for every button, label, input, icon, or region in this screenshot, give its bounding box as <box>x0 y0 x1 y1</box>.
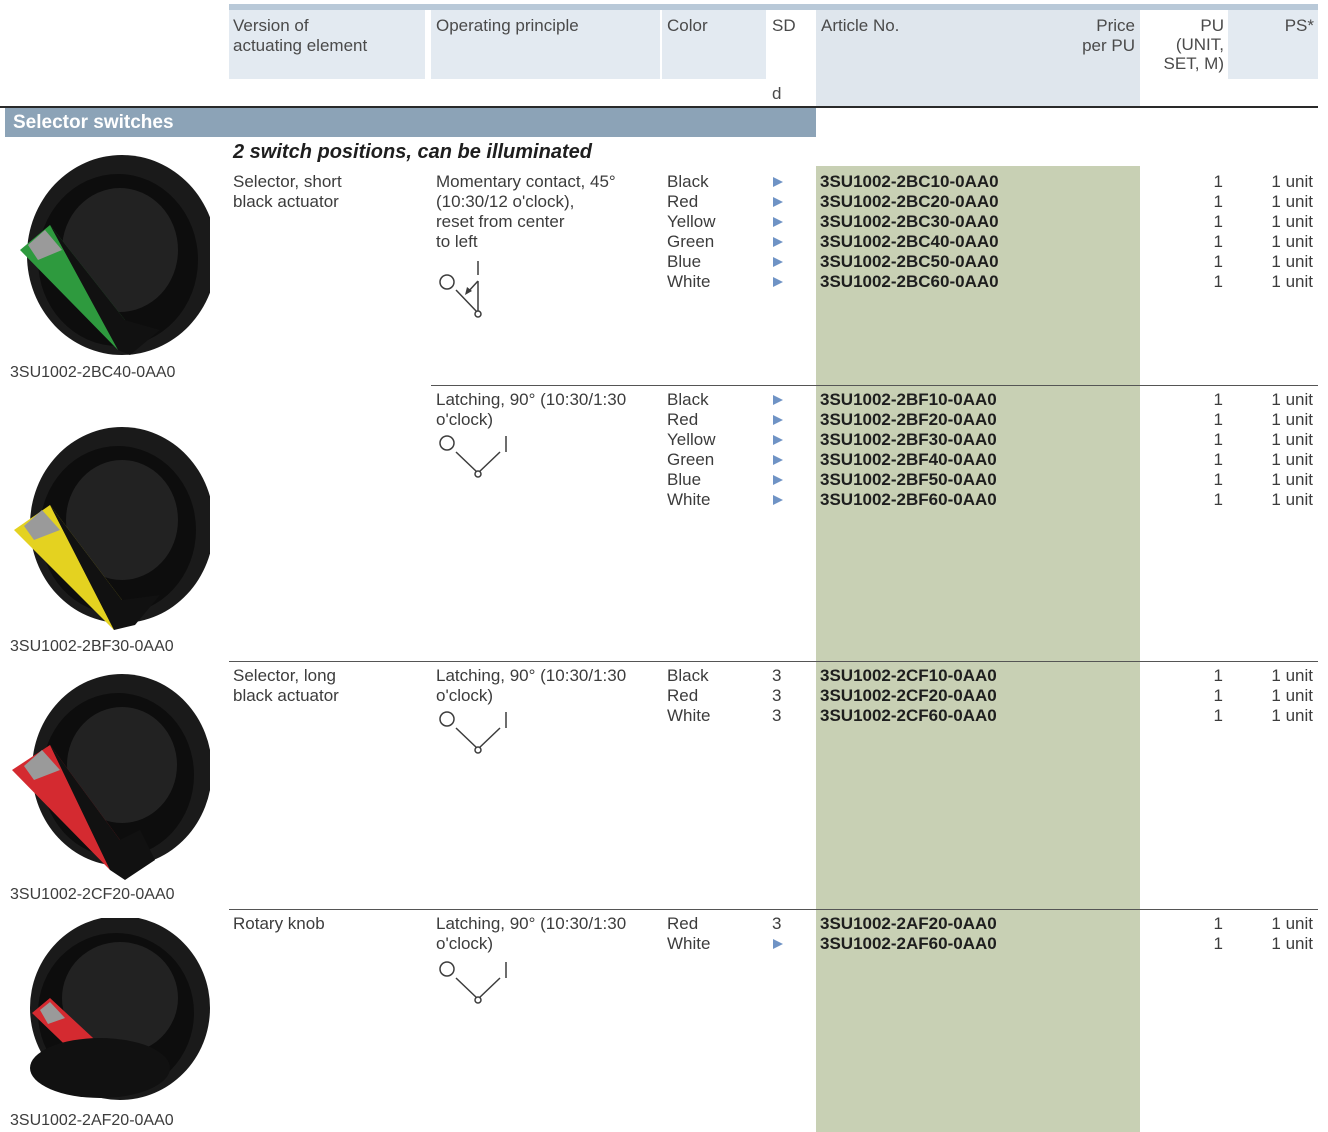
pu-values: 1 1 1 1 1 1 <box>1213 172 1223 291</box>
image-caption: 3SU1002-2BF30-0AA0 <box>10 638 174 655</box>
ps-values: 1 unit 1 unit <box>1271 914 1313 953</box>
section-subtitle: 2 switch positions, can be illuminated <box>233 141 592 163</box>
image-caption: 3SU1002-2CF20-0AA0 <box>10 886 175 903</box>
product-image-red-rotary-knob <box>30 918 210 1100</box>
availability-arrows <box>773 390 783 510</box>
arrow-icon <box>773 455 783 465</box>
row-divider-2 <box>229 661 1318 662</box>
version-text: Rotary knob <box>233 914 325 933</box>
article-numbers: 3SU1002-2BC10-0AA0 3SU1002-2BC20-0AA0 3S… <box>820 172 999 291</box>
col-header-sd-unit: d <box>772 84 782 103</box>
col-header-ps: PS* <box>1284 16 1314 35</box>
arrow-icon <box>773 939 783 949</box>
sd-values: 3 3 3 <box>772 666 782 725</box>
color-list: Black Red White <box>667 666 711 725</box>
col-header-sd: SD <box>772 16 796 35</box>
section-bar: Selector switches <box>5 108 816 137</box>
col-header-principle: Operating principle <box>436 16 579 35</box>
principle-text: Latching, 90° (10:30/1:30 o'clock) <box>436 390 627 429</box>
col-header-color: Color <box>667 16 708 35</box>
arrow-icon <box>773 435 783 445</box>
version-text: Selector, short black actuator <box>233 172 342 211</box>
version-text: Selector, long black actuator <box>233 666 339 705</box>
arrow-icon <box>773 495 783 505</box>
article-column-bg <box>816 166 1140 1132</box>
section-title: Selector switches <box>13 112 174 133</box>
product-image-red-selector-long <box>12 674 210 880</box>
arrow-icon <box>773 237 783 247</box>
availability-arrows <box>773 172 783 292</box>
sd-value: 3 <box>772 914 782 933</box>
image-caption: 3SU1002-2BC40-0AA0 <box>10 364 176 381</box>
momentary-contact-symbol-icon <box>439 261 482 318</box>
arrow-icon <box>773 197 783 207</box>
latching-symbol-icon <box>439 711 507 754</box>
arrow-icon <box>773 475 783 485</box>
article-numbers: 3SU1002-2CF10-0AA0 3SU1002-2CF20-0AA0 3S… <box>820 666 997 725</box>
arrow-icon <box>773 415 783 425</box>
pu-values: 1 1 1 1 1 1 <box>1213 390 1223 509</box>
col-header-version: Version of actuating element <box>233 16 368 55</box>
arrow-icon <box>773 177 783 187</box>
ps-values: 1 unit 1 unit 1 unit 1 unit 1 unit 1 uni… <box>1271 390 1313 509</box>
latching-symbol-icon <box>439 961 507 1004</box>
arrow-icon <box>773 257 783 267</box>
principle-text: Latching, 90° (10:30/1:30 o'clock) <box>436 666 627 705</box>
arrow-icon <box>773 395 783 405</box>
image-caption: 3SU1002-2AF20-0AA0 <box>10 1112 174 1129</box>
arrow-icon <box>773 277 783 287</box>
col-header-article: Article No. <box>821 16 900 35</box>
ps-values: 1 unit 1 unit 1 unit 1 unit 1 unit 1 uni… <box>1271 172 1313 291</box>
article-numbers: 3SU1002-2AF20-0AA0 3SU1002-2AF60-0AA0 <box>820 914 997 953</box>
color-list: Black Red Yellow Green Blue White <box>667 390 716 509</box>
principle-text: Latching, 90° (10:30/1:30 o'clock) <box>436 914 627 953</box>
ps-values: 1 unit 1 unit 1 unit <box>1271 666 1313 725</box>
product-image-yellow-selector <box>14 427 210 630</box>
pu-values: 1 1 1 <box>1213 666 1223 725</box>
pu-values: 1 1 <box>1213 914 1223 953</box>
row-divider-1 <box>431 385 1318 386</box>
article-numbers: 3SU1002-2BF10-0AA0 3SU1002-2BF20-0AA0 3S… <box>820 390 997 509</box>
arrow-icon <box>773 217 783 227</box>
col-header-pu: PU (UNIT, SET, M) <box>1163 16 1224 73</box>
col-header-price: Price per PU <box>1082 16 1135 55</box>
principle-text: Momentary contact, 45° (10:30/12 o'clock… <box>436 172 616 251</box>
color-list: Red White <box>667 914 711 953</box>
sd-values: 3 <box>772 914 783 954</box>
product-image-green-selector <box>20 155 210 355</box>
row-divider-3 <box>229 909 1318 910</box>
color-list: Black Red Yellow Green Blue White <box>667 172 716 291</box>
latching-symbol-icon <box>439 435 507 478</box>
